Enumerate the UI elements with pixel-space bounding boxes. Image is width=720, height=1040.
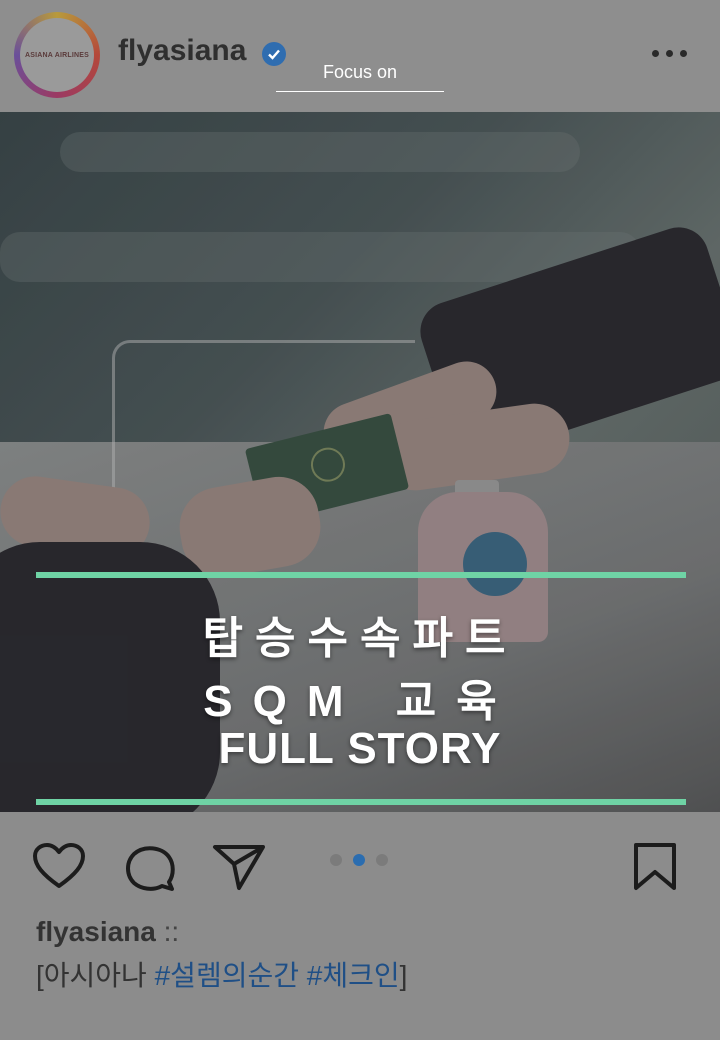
title-line-3: FULL STORY bbox=[218, 724, 502, 773]
carousel-dot bbox=[376, 854, 388, 866]
post-header: ASIANA AIRLINES flyasiana Focus on bbox=[0, 0, 720, 112]
title-line-1: 탑승수속파트 bbox=[202, 614, 518, 663]
title-line-2: SQM 교육 bbox=[203, 677, 517, 726]
carousel-dot bbox=[330, 854, 342, 866]
hashtag-link[interactable]: #체크인 bbox=[307, 960, 400, 991]
heart-icon[interactable] bbox=[32, 842, 86, 890]
avatar-logo-circle: ASIANA AIRLINES bbox=[20, 18, 94, 92]
focus-on-label: Focus on bbox=[322, 62, 398, 82]
carousel-dot-active bbox=[353, 854, 365, 866]
airline-logo-text: ASIANA AIRLINES bbox=[25, 51, 89, 59]
title-bottom-rule bbox=[36, 799, 686, 805]
caption-open-bracket: [ bbox=[36, 960, 44, 991]
post-username[interactable]: flyasiana bbox=[118, 34, 246, 68]
carousel-indicator bbox=[330, 854, 390, 866]
more-options-icon[interactable] bbox=[652, 48, 688, 60]
caption-username[interactable]: flyasiana bbox=[36, 916, 156, 947]
share-icon[interactable] bbox=[212, 842, 266, 892]
caption-close-bracket: ] bbox=[399, 960, 408, 991]
caption-separator: :: bbox=[163, 916, 180, 947]
post-actions: flyasiana :: [아시아나 #설렘의순간 #체크인] bbox=[0, 812, 720, 1040]
hashtag-link[interactable]: #설렘의순간 bbox=[155, 960, 299, 991]
comment-icon[interactable] bbox=[124, 842, 176, 894]
profile-avatar[interactable]: ASIANA AIRLINES bbox=[14, 12, 100, 98]
caption-header: flyasiana :: bbox=[36, 916, 179, 948]
caption-text: [아시아나 #설렘의순간 #체크인] bbox=[36, 954, 407, 994]
focus-underline bbox=[276, 91, 444, 92]
post-image[interactable]: 탑승수속파트 SQM 교육 FULL STORY bbox=[0, 112, 720, 812]
caption-prefix: 아시아나 bbox=[43, 960, 147, 991]
title-top-rule bbox=[36, 572, 686, 578]
bookmark-icon[interactable] bbox=[632, 842, 678, 892]
